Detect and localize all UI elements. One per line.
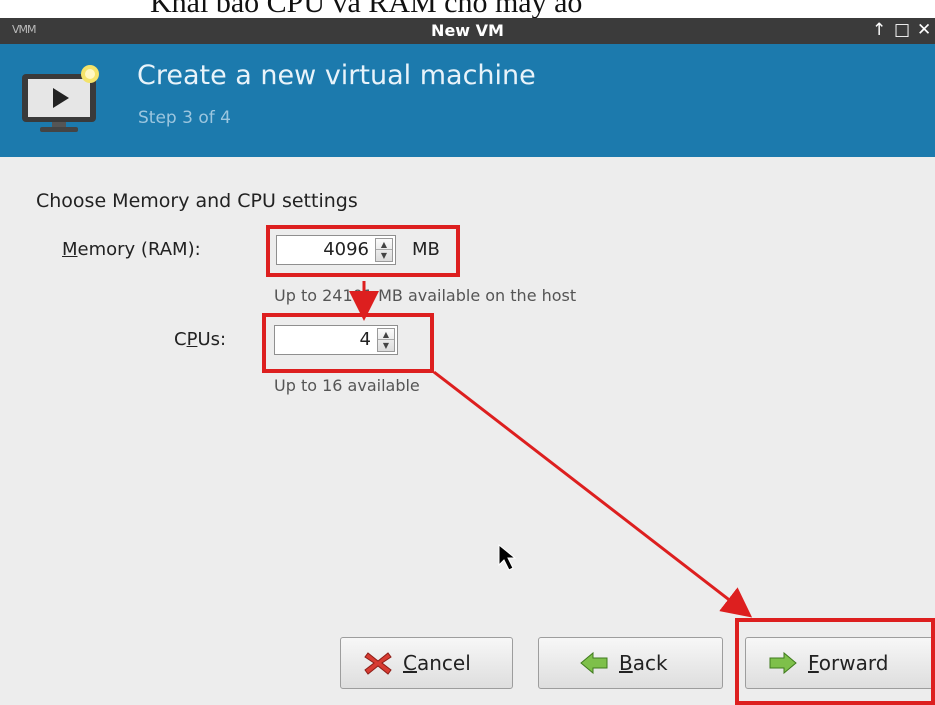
back-label-rest: ack: [632, 651, 668, 675]
new-vm-window: VMM New VM ↑ □ ✕ Create a new virtual ma…: [0, 18, 935, 705]
wizard-step: Step 3 of 4: [138, 108, 231, 128]
cpus-label-pre: C: [174, 329, 187, 350]
monitor-play-icon: [22, 65, 99, 132]
restore-icon[interactable]: □: [894, 20, 910, 40]
red-x-icon: [364, 652, 392, 675]
back-label: Back: [619, 651, 668, 675]
cpus-spin-arrows[interactable]: ▲ ▼: [377, 328, 395, 352]
memory-spin-arrows[interactable]: ▲ ▼: [375, 238, 393, 262]
cancel-label: Cancel: [403, 651, 471, 675]
spin-down-icon[interactable]: ▼: [376, 250, 392, 261]
forward-mnemonic: F: [808, 651, 819, 675]
memory-spinbox[interactable]: 4096 ▲ ▼: [276, 235, 396, 265]
cpus-label-mnemonic: P: [186, 329, 198, 350]
titlebar[interactable]: VMM New VM ↑ □ ✕: [0, 18, 935, 44]
memory-hint: Up to 24101 MB available on the host: [274, 286, 577, 305]
wizard-content: Choose Memory and CPU settings Memory (R…: [0, 157, 935, 705]
cancel-mnemonic: C: [403, 651, 417, 675]
cpus-hint: Up to 16 available: [274, 376, 420, 395]
window-title: New VM: [431, 21, 504, 40]
cpus-label: CPUs:: [174, 329, 226, 350]
green-right-arrow-icon: [769, 651, 797, 675]
cancel-label-rest: ancel: [416, 651, 471, 675]
forward-button[interactable]: Forward: [745, 637, 935, 689]
document-caption: Khai báo CPU và RAM cho máy ảo: [150, 0, 583, 19]
cpus-label-rest: Us:: [197, 329, 227, 350]
memory-label-rest: emory (RAM):: [77, 239, 201, 260]
spin-up-icon[interactable]: ▲: [378, 329, 394, 340]
wizard-header: Create a new virtual machine Step 3 of 4: [0, 44, 935, 157]
forward-label: Forward: [808, 651, 888, 675]
back-button[interactable]: Back: [538, 637, 723, 689]
memory-value[interactable]: 4096: [323, 239, 369, 260]
cpus-spinbox[interactable]: 4 ▲ ▼: [274, 325, 398, 355]
section-title: Choose Memory and CPU settings: [36, 190, 358, 212]
wizard-title: Create a new virtual machine: [137, 60, 536, 91]
spin-up-icon[interactable]: ▲: [376, 239, 392, 250]
cpus-value[interactable]: 4: [360, 329, 371, 350]
memory-unit: MB: [412, 239, 440, 260]
forward-label-rest: orward: [818, 651, 889, 675]
green-left-arrow-icon: [580, 651, 608, 675]
close-icon[interactable]: ✕: [917, 20, 931, 40]
back-mnemonic: B: [619, 651, 633, 675]
spin-down-icon[interactable]: ▼: [378, 340, 394, 351]
maximize-arrow-icon[interactable]: ↑: [872, 20, 886, 40]
memory-label: Memory (RAM):: [62, 239, 201, 260]
memory-label-mnemonic: M: [62, 239, 78, 260]
cancel-button[interactable]: Cancel: [340, 637, 513, 689]
